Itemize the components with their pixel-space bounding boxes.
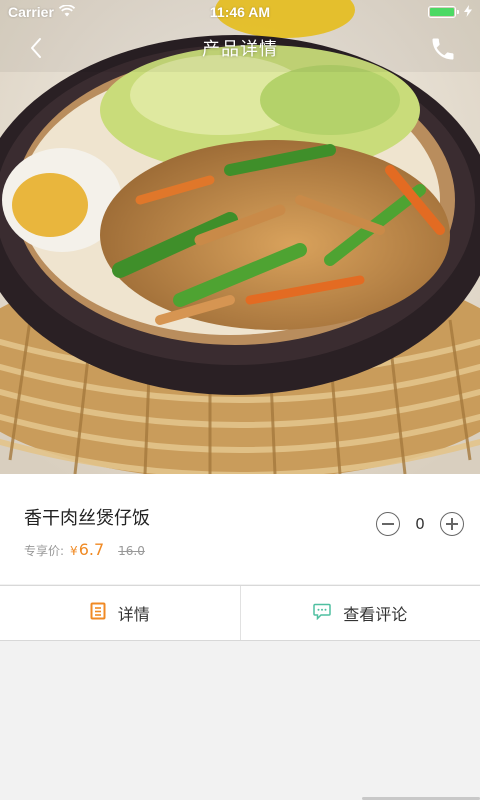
phone-icon[interactable]: [428, 34, 458, 64]
quantity-stepper: 0: [376, 512, 464, 536]
tab-details-label: 详情: [117, 605, 150, 624]
product-name: 香干肉丝煲仔饭: [24, 508, 150, 529]
price-value: 6.7: [78, 540, 105, 559]
chevron-left-icon[interactable]: [24, 36, 48, 60]
status-bar: Carrier 11:46 AM: [0, 0, 480, 24]
tab-reviews[interactable]: 查看评论: [239, 586, 480, 640]
tab-details[interactable]: 详情: [0, 586, 240, 640]
decrease-quantity-button[interactable]: [376, 512, 400, 536]
price-label: 专享价:: [24, 544, 65, 558]
detail-tabs: 详情 查看评论: [0, 585, 480, 641]
nav-bar: 产品详情: [0, 24, 480, 72]
document-icon: [90, 602, 106, 624]
wifi-icon: [58, 4, 76, 20]
price-row: 专享价: ¥ 6.7 16.0: [24, 540, 145, 559]
battery-icon: [428, 6, 459, 18]
increase-quantity-button[interactable]: [440, 512, 464, 536]
charging-icon: [464, 4, 472, 20]
comment-icon: [313, 603, 331, 624]
carrier-label: Carrier: [8, 4, 54, 20]
tab-reviews-label: 查看评论: [343, 605, 408, 624]
quantity-value: 0: [415, 515, 425, 533]
original-price: 16.0: [118, 544, 145, 558]
product-info: 香干肉丝煲仔饭 专享价: ¥ 6.7 16.0 0: [0, 474, 480, 584]
tab-content-area: [0, 641, 480, 800]
page-title: 产品详情: [202, 39, 278, 60]
price-currency: ¥: [70, 544, 78, 558]
